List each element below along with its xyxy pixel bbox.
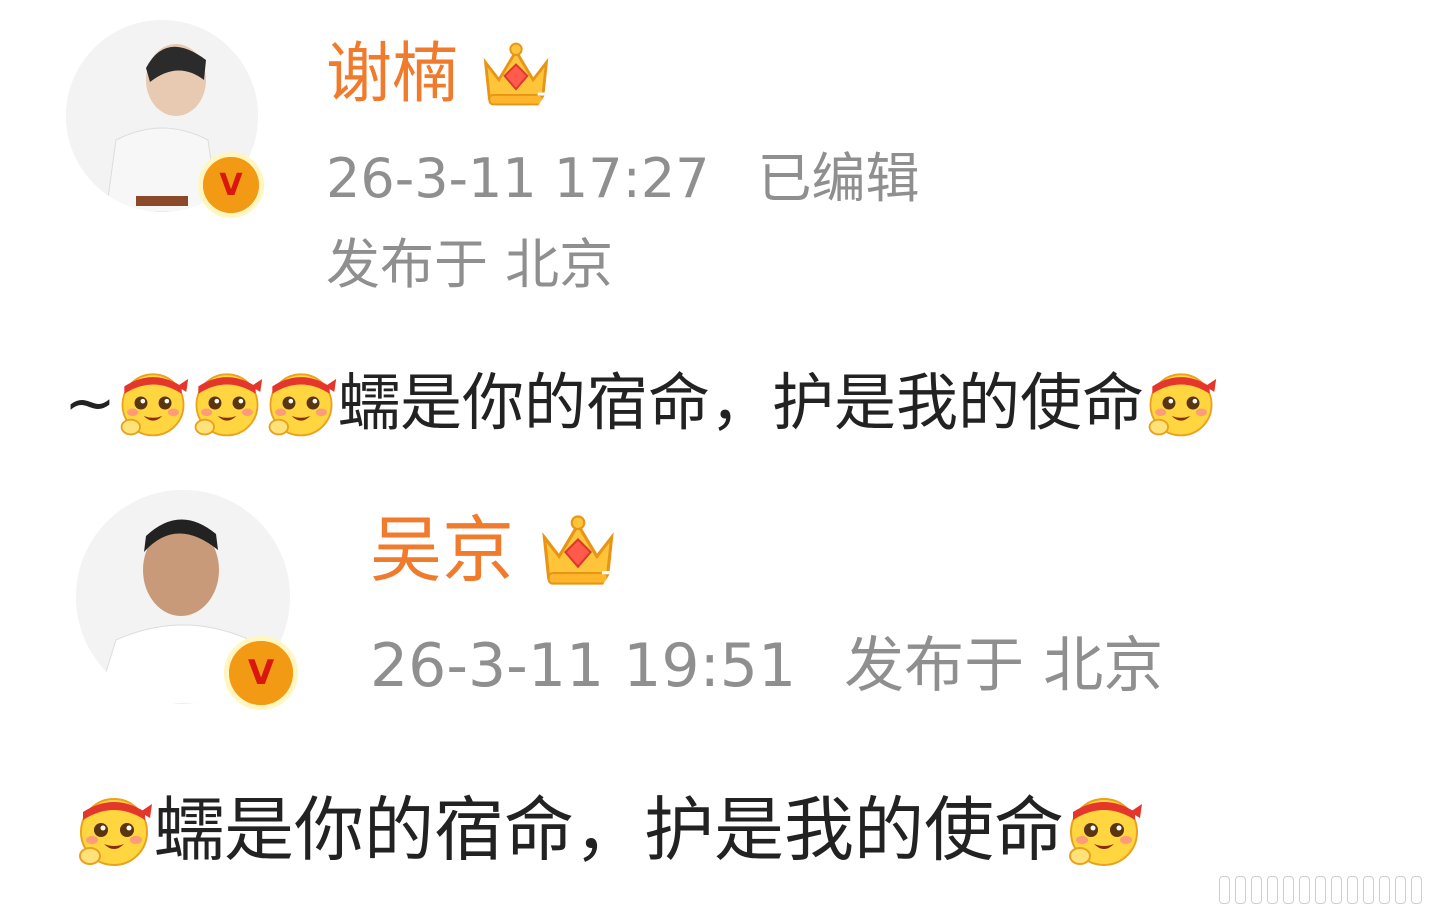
crown-icon[interactable] xyxy=(536,508,620,592)
v-badge-icon: V xyxy=(203,157,259,213)
post-meta: 26-3-11 17:27 已编辑 xyxy=(326,152,968,206)
headband-smiley-emoji xyxy=(1144,366,1218,440)
headband-smiley-emoji xyxy=(190,366,264,440)
headband-smiley-emoji xyxy=(1064,790,1144,870)
timestamp: 26-3-11 17:27 xyxy=(326,147,710,210)
username[interactable]: 谢楠 xyxy=(326,41,458,107)
verified-badge: V xyxy=(198,152,264,218)
avatar-wrapper[interactable]: V xyxy=(66,20,264,218)
headband-smiley-emoji xyxy=(74,790,154,870)
avatar-wrapper[interactable]: V xyxy=(76,490,298,710)
comment-body: 蠕是你的宿命，护是我的使命 xyxy=(337,366,1144,439)
verified-badge: V xyxy=(224,636,298,710)
edited-label[interactable]: 已编辑 xyxy=(758,147,920,210)
location-label: 发布于 北京 xyxy=(326,233,614,296)
username-row: 吴京 xyxy=(370,508,620,592)
comment-body: 蠕是你的宿命，护是我的使命 xyxy=(154,789,1064,871)
text-prefix: ~ xyxy=(64,366,116,439)
timestamp: 26-3-11 19:51 xyxy=(370,631,797,701)
headband-smiley-emoji xyxy=(264,366,338,440)
crown-icon[interactable] xyxy=(478,36,554,112)
username[interactable]: 吴京 xyxy=(370,514,514,586)
username-row: 谢楠 xyxy=(326,36,554,112)
v-badge-icon: V xyxy=(229,641,293,705)
comment-text: 蠕是你的宿命，护是我的使命 xyxy=(74,790,1144,870)
comment-text: ~ 蠕是你的宿命，护是我的使命 xyxy=(64,366,1218,440)
watermark-logo xyxy=(1219,876,1422,904)
location-label: 发布于 北京 xyxy=(844,631,1164,701)
headband-smiley-emoji xyxy=(116,366,190,440)
post-meta: 26-3-11 19:51 发布于 北京 xyxy=(370,636,1163,696)
